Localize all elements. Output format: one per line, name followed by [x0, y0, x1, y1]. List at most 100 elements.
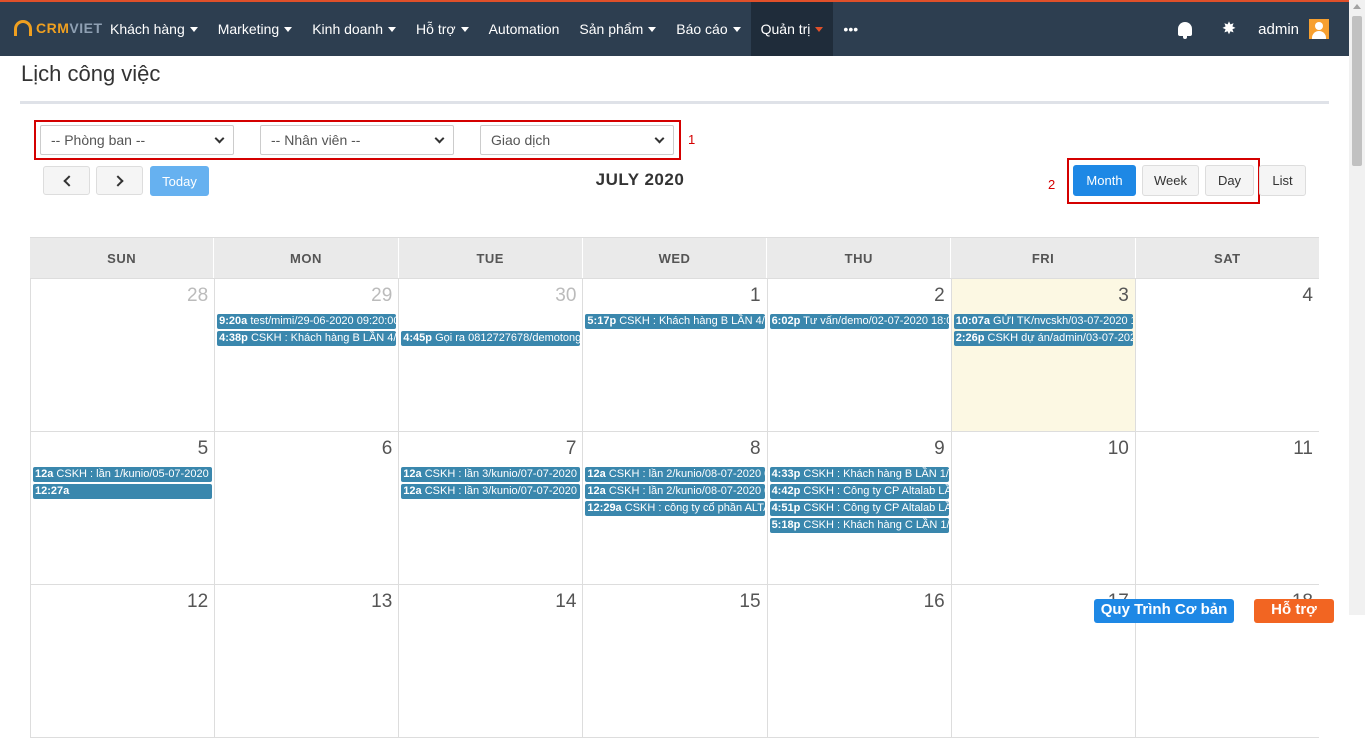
- weekday-label: SUN: [107, 250, 137, 266]
- nav-item-4[interactable]: Hỗ trợ: [406, 2, 479, 56]
- logo-mark-icon: [14, 20, 32, 36]
- weekday-label: THU: [766, 238, 950, 278]
- calendar-day-cell[interactable]: 13: [214, 585, 398, 737]
- calendar-event[interactable]: 5:18p CSKH : Khách hàng C LẦN 1/admin: [769, 518, 949, 533]
- calendar-event[interactable]: 6:02p Tư vấn/demo/02-07-2020 18:02:00: [769, 314, 949, 329]
- calendar-event[interactable]: 2:26p CSKH dự án/admin/03-07-2020 14:26: [953, 331, 1133, 346]
- day-view-button[interactable]: Day: [1205, 165, 1254, 196]
- caret-down-icon: [732, 26, 741, 32]
- day-number[interactable]: 9: [934, 438, 945, 460]
- scroll-up-icon[interactable]: [1353, 4, 1361, 9]
- day-events: 12a CSKH : lần 1/kunio/05-07-2020 00:00 1…: [33, 467, 213, 501]
- day-number[interactable]: 29: [371, 285, 392, 307]
- gear-icon[interactable]: ✸: [1222, 19, 1236, 39]
- page-scrollbar[interactable]: [1349, 0, 1365, 615]
- scroll-thumb[interactable]: [1352, 16, 1362, 166]
- calendar-event[interactable]: 12a CSKH : lần 2/kunio/08-07-2020 00:00: [585, 484, 765, 499]
- calendar-event[interactable]: 12:27a: [33, 484, 213, 499]
- caret-down-icon: [284, 26, 293, 32]
- calendar-day-cell[interactable]: 5 12a CSKH : lần 1/kunio/05-07-2020 00:00…: [30, 432, 214, 584]
- nav-item-6[interactable]: Sản phẩm: [569, 2, 666, 56]
- day-number[interactable]: 5: [198, 438, 209, 460]
- day-number[interactable]: 4: [1302, 285, 1313, 307]
- calendar-event[interactable]: 12a CSKH : lần 3/kunio/07-07-2020 00:00: [401, 484, 581, 499]
- calendar-day-cell[interactable]: 29 9:20a test/mimi/29-06-2020 09:20:00/30…: [214, 279, 398, 431]
- today-button[interactable]: Today: [150, 166, 209, 196]
- calendar-event[interactable]: 4:33p CSKH : Khách hàng B LẦN 1/admin: [769, 467, 949, 482]
- calendar-event[interactable]: 12a CSKH : lần 3/kunio/07-07-2020 00:00: [401, 467, 581, 482]
- weekday-label: TUE: [397, 238, 582, 278]
- calendar-day-cell[interactable]: 3 10:07a GỬI TK/nvcskh/03-07-2020 10:07:0…: [950, 279, 1135, 431]
- caret-down-icon: [388, 26, 397, 32]
- day-number[interactable]: 15: [739, 591, 760, 613]
- calendar-day-cell[interactable]: 2 6:02p Tư vấn/demo/02-07-2020 18:02:00: [766, 279, 951, 431]
- calendar-event[interactable]: 12a CSKH : lần 1/kunio/05-07-2020 00:00: [33, 467, 213, 482]
- bell-icon[interactable]: [1177, 22, 1192, 39]
- caret-down-icon: [189, 26, 198, 32]
- calendar-day-cell[interactable]: 15: [582, 585, 766, 737]
- nav-item-7[interactable]: Báo cáo: [666, 2, 750, 56]
- day-number[interactable]: 1: [750, 285, 761, 307]
- day-number[interactable]: 6: [382, 438, 393, 460]
- week-view-button[interactable]: Week: [1142, 165, 1199, 196]
- list-view-button[interactable]: List: [1259, 165, 1306, 196]
- nav-item-5[interactable]: Automation: [479, 2, 570, 56]
- calendar-event[interactable]: 4:51p CSKH : Công ty CP Altalab LẦN 2: [769, 501, 949, 516]
- calendar-event[interactable]: 4:38p CSKH : Khách hàng B LẦN 4/admin: [217, 331, 397, 346]
- calendar-day-cell[interactable]: 14: [398, 585, 582, 737]
- calendar-body: 28299:20a test/mimi/29-06-2020 09:20:00/…: [30, 279, 1319, 738]
- day-number[interactable]: 7: [566, 438, 577, 460]
- calendar-day-cell[interactable]: 30 4:45p Gọi ra 0812727678/demotong/30-0…: [398, 279, 582, 431]
- chevron-down-icon: [654, 133, 665, 143]
- title-divider: [20, 101, 1329, 104]
- calendar-event[interactable]: 10:07a GỬI TK/nvcskh/03-07-2020 10:07:00: [953, 314, 1133, 329]
- nav-item-1[interactable]: Khách hàng: [100, 2, 208, 56]
- user-name[interactable]: admin: [1258, 21, 1299, 38]
- day-number[interactable]: 30: [555, 285, 576, 307]
- day-number[interactable]: 8: [750, 438, 761, 460]
- calendar-day-cell[interactable]: 8 12a CSKH : lần 2/kunio/08-07-2020 00:00…: [582, 432, 766, 584]
- process-button[interactable]: Quy Trình Cơ bản: [1094, 599, 1234, 623]
- brand-logo[interactable]: CRMVIET: [14, 20, 103, 36]
- calendar-day-cell[interactable]: 11: [1134, 432, 1319, 584]
- calendar-event[interactable]: 12:29a CSKH : công ty cổ phần ALTA: [585, 501, 765, 516]
- calendar-day-cell[interactable]: 1 5:17p CSKH : Khách hàng B LẦN 4/admin: [582, 279, 766, 431]
- employee-select[interactable]: -- Nhân viên --: [260, 125, 454, 155]
- day-number[interactable]: 16: [924, 591, 945, 613]
- calendar-event[interactable]: 9:20a test/mimi/29-06-2020 09:20:00/30-0…: [217, 314, 397, 329]
- calendar-day-cell[interactable]: 7 12a CSKH : lần 3/kunio/07-07-2020 00:00…: [398, 432, 582, 584]
- transaction-type-select[interactable]: Giao dịch: [480, 125, 674, 155]
- day-number[interactable]: 28: [187, 285, 208, 307]
- calendar-event[interactable]: 4:45p Gọi ra 0812727678/demotong/30-06-2…: [401, 331, 581, 346]
- calendar-event[interactable]: 4:42p CSKH : Công ty CP Altalab LẦN 1: [769, 484, 949, 499]
- chevron-down-icon: [214, 133, 225, 143]
- day-number[interactable]: 12: [187, 591, 208, 613]
- day-number[interactable]: 13: [371, 591, 392, 613]
- month-view-button[interactable]: Month: [1073, 165, 1136, 196]
- nav-item-8[interactable]: Quản trị: [750, 2, 834, 56]
- calendar-day-cell[interactable]: 10: [950, 432, 1135, 584]
- prev-button[interactable]: [43, 166, 90, 195]
- avatar[interactable]: [1309, 19, 1329, 39]
- calendar-event[interactable]: 12a CSKH : lần 2/kunio/08-07-2020 00:00: [585, 467, 765, 482]
- day-number[interactable]: 10: [1108, 438, 1129, 460]
- calendar-day-cell[interactable]: 28: [30, 279, 214, 431]
- nav-item-9[interactable]: •••: [833, 2, 868, 56]
- day-number[interactable]: 3: [1118, 285, 1129, 307]
- support-button[interactable]: Hỗ trợ: [1254, 599, 1334, 623]
- calendar-event[interactable]: 5:17p CSKH : Khách hàng B LẦN 4/admin: [585, 314, 765, 329]
- weekday-label: SAT: [1134, 238, 1319, 278]
- nav-item-2[interactable]: Marketing: [208, 2, 302, 56]
- calendar-day-cell[interactable]: 12: [30, 585, 214, 737]
- department-select[interactable]: -- Phòng ban --: [40, 125, 234, 155]
- day-number[interactable]: 2: [934, 285, 945, 307]
- next-button[interactable]: [96, 166, 143, 195]
- day-number[interactable]: 11: [1293, 438, 1313, 460]
- calendar-day-cell[interactable]: 16: [766, 585, 951, 737]
- calendar-day-cell[interactable]: 4: [1134, 279, 1319, 431]
- calendar-day-cell[interactable]: 6: [214, 432, 398, 584]
- day-number[interactable]: 14: [555, 591, 576, 613]
- calendar-week: 5 12a CSKH : lần 1/kunio/05-07-2020 00:00…: [30, 432, 1319, 585]
- nav-item-3[interactable]: Kinh doanh: [302, 2, 406, 56]
- calendar-day-cell[interactable]: 9 4:33p CSKH : Khách hàng B LẦN 1/admin 4:…: [766, 432, 951, 584]
